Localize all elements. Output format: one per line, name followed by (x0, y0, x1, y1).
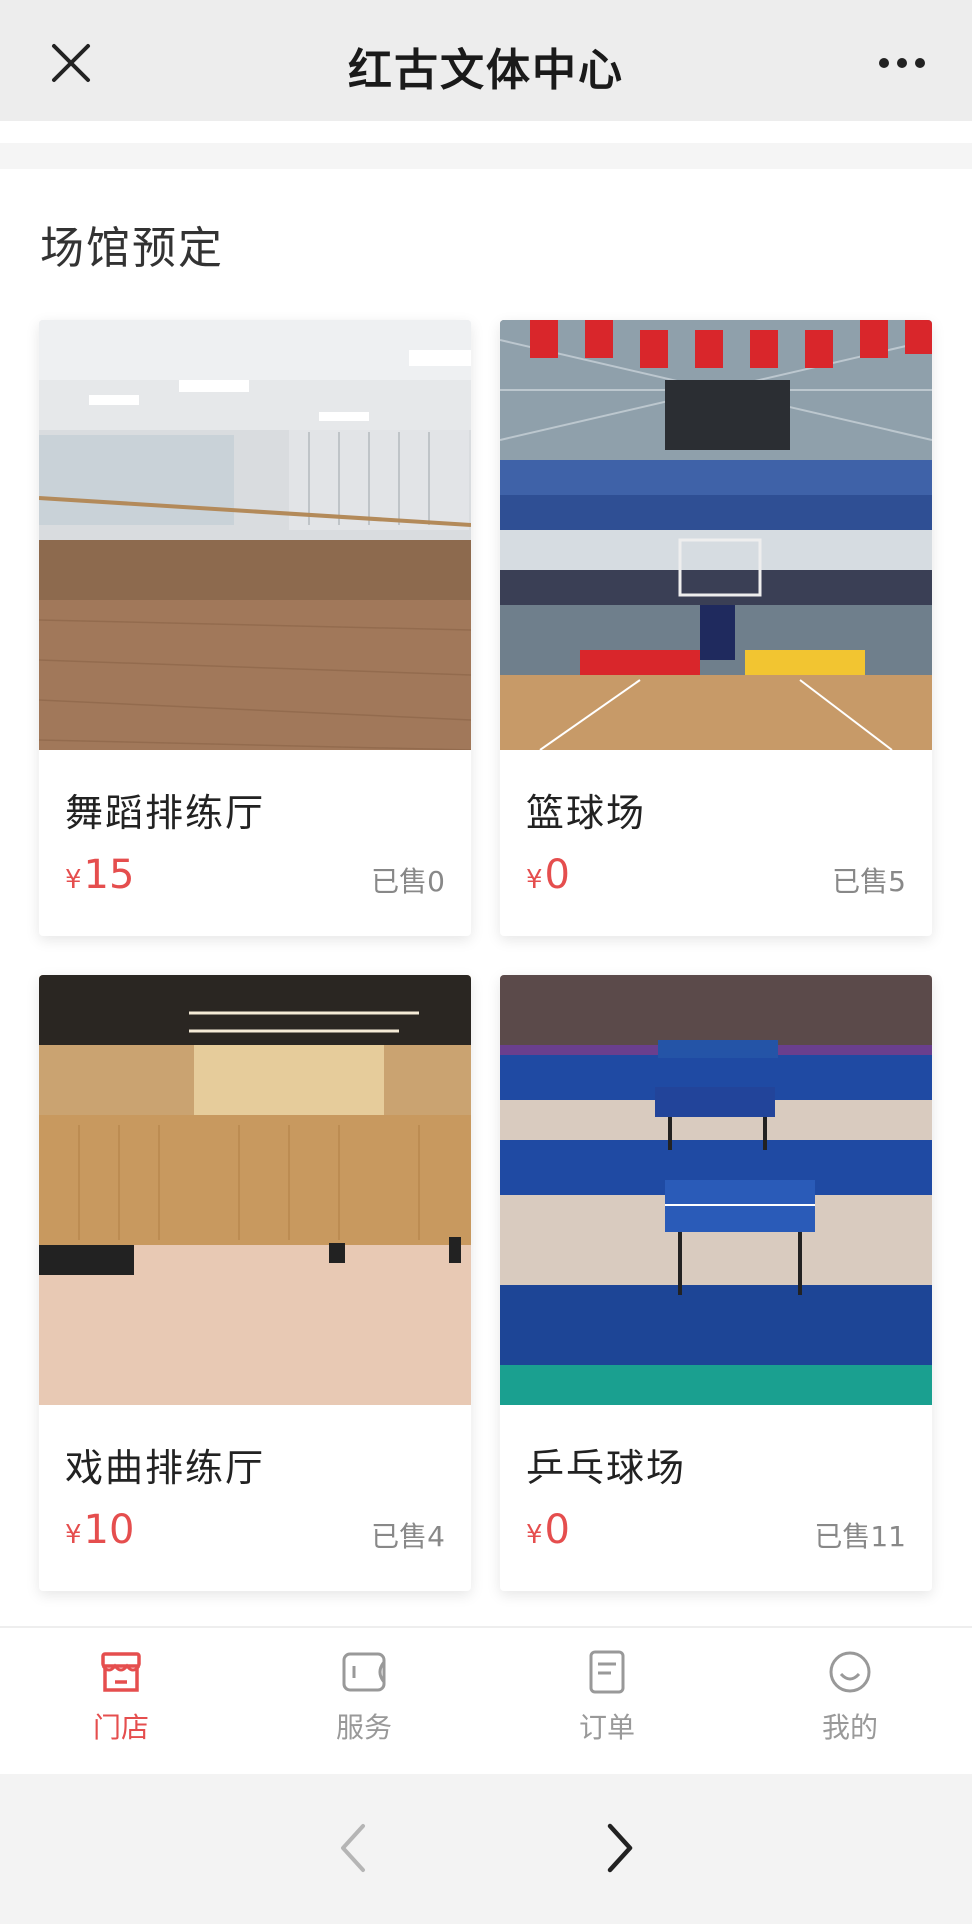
venue-card-table-tennis[interactable]: 乒乓球场 ¥0 已售11 (500, 975, 932, 1591)
more-icon[interactable] (876, 48, 928, 78)
browser-nav-bar (0, 1774, 972, 1924)
tab-bar: 门店 服务 订单 我的 (0, 1626, 972, 1776)
sold-count: 已售11 (814, 1520, 906, 1553)
venue-price: ¥0 (526, 1507, 570, 1553)
currency-symbol: ¥ (526, 1520, 543, 1550)
price-value: 0 (544, 1507, 570, 1553)
tab-store[interactable]: 门店 (51, 1648, 191, 1768)
sold-count: 已售4 (371, 1520, 445, 1553)
venue-name: 乒乓球场 (526, 1446, 687, 1490)
table-tennis-court-photo (500, 975, 932, 1405)
venue-card-basketball[interactable]: 篮球场 ¥0 已售5 (500, 320, 932, 936)
opera-hall-photo (39, 975, 471, 1405)
forward-arrow-icon[interactable] (590, 1818, 650, 1878)
tab-label: 我的 (821, 1711, 878, 1744)
venue-card-opera-hall[interactable]: 戏曲排练厅 ¥10 已售4 (39, 975, 471, 1591)
spacer (0, 121, 972, 143)
smiley-icon (829, 1651, 871, 1693)
tab-orders[interactable]: 订单 (537, 1648, 677, 1768)
price-value: 15 (83, 852, 135, 898)
basketball-court-photo (500, 320, 932, 750)
venue-name: 舞蹈排练厅 (65, 791, 266, 835)
tab-label: 服务 (335, 1711, 392, 1744)
sold-count: 已售5 (832, 865, 906, 898)
wallet-icon (342, 1652, 386, 1692)
dance-hall-photo (39, 320, 471, 750)
divider (0, 143, 972, 169)
price-value: 0 (544, 852, 570, 898)
price-value: 10 (83, 1507, 135, 1553)
store-icon (101, 1652, 141, 1692)
order-icon (589, 1650, 625, 1694)
currency-symbol: ¥ (65, 1520, 82, 1550)
venue-price: ¥10 (65, 1507, 134, 1553)
tab-service[interactable]: 服务 (294, 1648, 434, 1768)
page-title: 红古文体中心 (348, 45, 624, 96)
tab-label: 订单 (578, 1711, 635, 1744)
back-arrow-icon[interactable] (325, 1818, 385, 1878)
venue-name: 戏曲排练厅 (65, 1446, 266, 1490)
tab-label: 门店 (92, 1711, 149, 1744)
sold-count: 已售0 (371, 865, 445, 898)
section-title: 场馆预定 (40, 223, 224, 274)
currency-symbol: ¥ (526, 865, 543, 895)
tab-mine[interactable]: 我的 (780, 1648, 920, 1768)
title-bar: 红古文体中心 (0, 0, 972, 121)
venue-card-dance-hall[interactable]: 舞蹈排练厅 ¥15 已售0 (39, 320, 471, 936)
venue-price: ¥0 (526, 852, 570, 898)
venue-name: 篮球场 (526, 791, 647, 835)
currency-symbol: ¥ (65, 865, 82, 895)
venue-price: ¥15 (65, 852, 134, 898)
